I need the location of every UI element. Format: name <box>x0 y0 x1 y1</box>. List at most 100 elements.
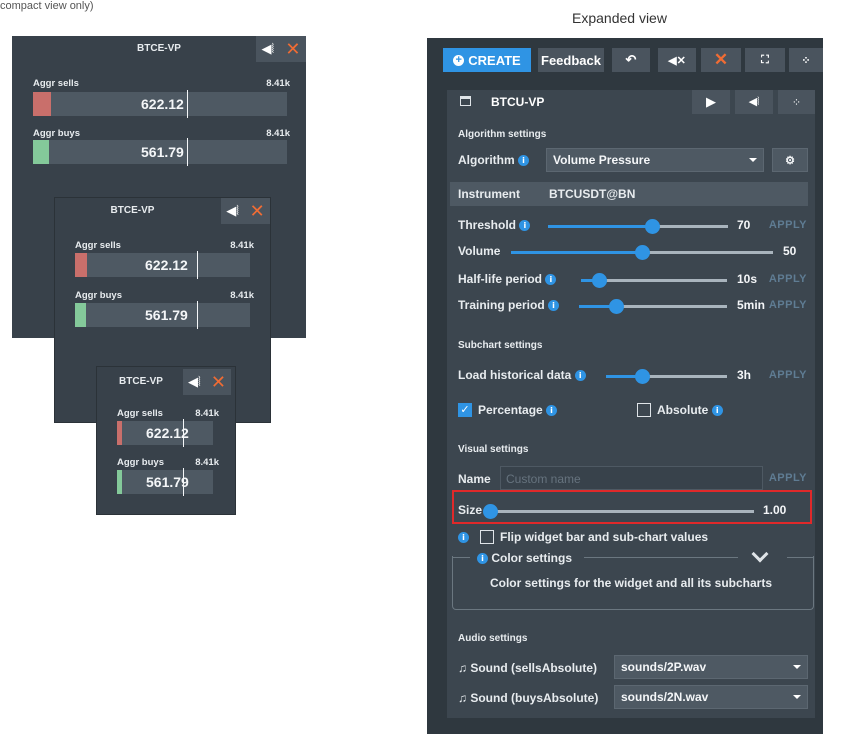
buys-label: Aggr buys <box>75 290 122 301</box>
training-label: Training period i <box>458 298 560 312</box>
percentage-checkbox[interactable]: ✓ <box>458 403 472 417</box>
sells-threshold-marker <box>183 419 184 447</box>
buys-bar-fill <box>75 303 86 327</box>
buys-label: Aggr buys <box>33 128 80 139</box>
threshold-value: 70 <box>737 218 751 232</box>
info-icon[interactable]: i <box>711 405 723 417</box>
gear-icon: ⚙ <box>785 154 795 167</box>
slider-handle[interactable] <box>609 299 624 314</box>
widget-header: BTCE-VP ◀⦚ ✕ <box>12 36 306 62</box>
create-label: CREATE <box>468 52 521 68</box>
slider-handle[interactable] <box>645 219 661 234</box>
size-highlight-box <box>452 490 812 524</box>
algorithm-select[interactable]: Volume Pressure <box>546 148 764 172</box>
close-button[interactable]: ✕ <box>701 48 741 72</box>
close-icon[interactable]: ✕ <box>211 373 226 391</box>
close-icon[interactable]: ✕ <box>285 40 300 58</box>
sound-button[interactable]: ◀⦚ <box>735 90 773 114</box>
volume-slider[interactable] <box>511 245 773 260</box>
sells-bar: 622.12 <box>117 419 213 447</box>
speaker-icon[interactable]: ◀⦚ <box>188 374 201 390</box>
visual-section-title: Visual settings <box>458 444 529 455</box>
sells-label: Aggr sells <box>117 408 163 419</box>
buys-value: 561.79 <box>145 307 188 323</box>
settings-header: BTCU-VP ▶ ◀⦚ ⁘ <box>447 90 815 114</box>
sells-threshold-marker <box>197 251 198 279</box>
absolute-checkbox[interactable] <box>637 403 651 417</box>
algorithm-section-title: Algorithm settings <box>458 129 547 140</box>
flip-checkbox[interactable] <box>480 530 494 544</box>
widget-controls: ◀⦚ ✕ <box>256 36 306 62</box>
close-icon[interactable]: ✕ <box>250 202 265 220</box>
instrument-label: Instrument <box>458 187 521 201</box>
custom-name-input[interactable]: Custom name <box>500 466 763 490</box>
algorithm-value: Volume Pressure <box>553 153 651 167</box>
widget-controls: ◀⦚ ✕ <box>221 198 270 224</box>
halflife-slider[interactable] <box>581 273 727 288</box>
slider-handle[interactable] <box>591 273 607 288</box>
slider-handle[interactable] <box>635 369 651 384</box>
fullscreen-button[interactable]: ⛶ <box>745 48 785 72</box>
algorithm-label: Algorithm i <box>458 153 530 167</box>
widget-settings: BTCU-VP ▶ ◀⦚ ⁘ Algorithm settings Algori… <box>447 90 815 718</box>
percentage-label: Percentage i <box>478 403 558 417</box>
buys-bar: 561.79 <box>33 138 287 166</box>
algorithm-config-button[interactable]: ⚙ <box>772 148 808 172</box>
info-icon[interactable]: i <box>546 405 558 417</box>
color-box-line-mid <box>584 557 738 558</box>
music-note-icon: ♫ <box>458 661 467 675</box>
buys-count: 8.41k <box>266 128 290 139</box>
sound-sells-value: sounds/2P.wav <box>621 660 707 674</box>
threshold-apply-button[interactable]: APPLY <box>769 219 807 231</box>
collapse-icon: ⁘ <box>801 54 811 67</box>
collapse-widget-button[interactable]: ⁘ <box>778 90 815 114</box>
info-icon[interactable]: i <box>518 155 530 167</box>
training-slider[interactable] <box>579 299 727 314</box>
sells-bar-fill <box>117 421 122 445</box>
sound-buys-select[interactable]: sounds/2N.wav <box>614 685 808 709</box>
create-button[interactable]: + CREATE <box>443 48 531 72</box>
play-button[interactable]: ▶ <box>692 90 730 114</box>
color-settings-title: i Color settings <box>477 551 572 565</box>
load-historical-apply-button[interactable]: APPLY <box>769 369 807 381</box>
halflife-label: Half-life period i <box>458 272 557 286</box>
name-placeholder: Custom name <box>506 472 581 486</box>
speaker-icon[interactable]: ◀⦚ <box>226 203 239 219</box>
widget-header: BTCE-VP ◀⦚ ✕ <box>55 198 270 224</box>
flip-label: Flip widget bar and sub-chart values <box>500 530 709 544</box>
info-icon[interactable]: i <box>548 300 560 312</box>
info-icon[interactable]: i <box>519 220 531 232</box>
training-apply-button[interactable]: APPLY <box>769 299 807 311</box>
undo-button[interactable]: ↶ <box>612 48 650 72</box>
sells-label: Aggr sells <box>75 240 121 251</box>
window-icon <box>460 96 471 106</box>
threshold-slider[interactable] <box>548 219 728 234</box>
info-icon[interactable]: i <box>574 370 586 382</box>
sells-bar-fill <box>75 253 87 277</box>
buys-threshold-marker <box>183 468 184 496</box>
widget-title: BTCE-VP <box>110 205 155 216</box>
load-historical-slider[interactable] <box>606 369 727 384</box>
caption-top: compact view only) <box>0 0 94 12</box>
sells-threshold-marker <box>187 90 188 118</box>
expand-icon: ⛶ <box>761 53 769 66</box>
volume-value: 50 <box>783 244 797 258</box>
sound-sells-select[interactable]: sounds/2P.wav <box>614 655 808 679</box>
info-icon[interactable]: i <box>477 553 488 565</box>
absolute-label: Absolute i <box>657 403 723 417</box>
info-icon[interactable]: i <box>458 532 469 543</box>
info-icon[interactable]: i <box>545 274 557 286</box>
feedback-button[interactable]: Feedback <box>538 48 604 72</box>
widget-small: BTCE-VP ◀⦚ ✕ Aggr sells 8.41k 622.12 Agg… <box>96 366 236 515</box>
sells-label: Aggr sells <box>33 78 79 89</box>
mute-button[interactable]: ◀✕ <box>658 48 696 72</box>
name-apply-button[interactable]: APPLY <box>769 472 807 484</box>
slider-handle[interactable] <box>635 245 650 260</box>
sells-count: 8.41k <box>266 78 290 89</box>
halflife-apply-button[interactable]: APPLY <box>769 273 807 285</box>
buys-count: 8.41k <box>195 457 219 468</box>
collapse-button[interactable]: ⁘ <box>789 48 823 72</box>
sound-buys-value: sounds/2N.wav <box>621 690 709 704</box>
speaker-icon[interactable]: ◀⦚ <box>262 41 275 57</box>
threshold-label: Threshold i <box>458 218 531 232</box>
